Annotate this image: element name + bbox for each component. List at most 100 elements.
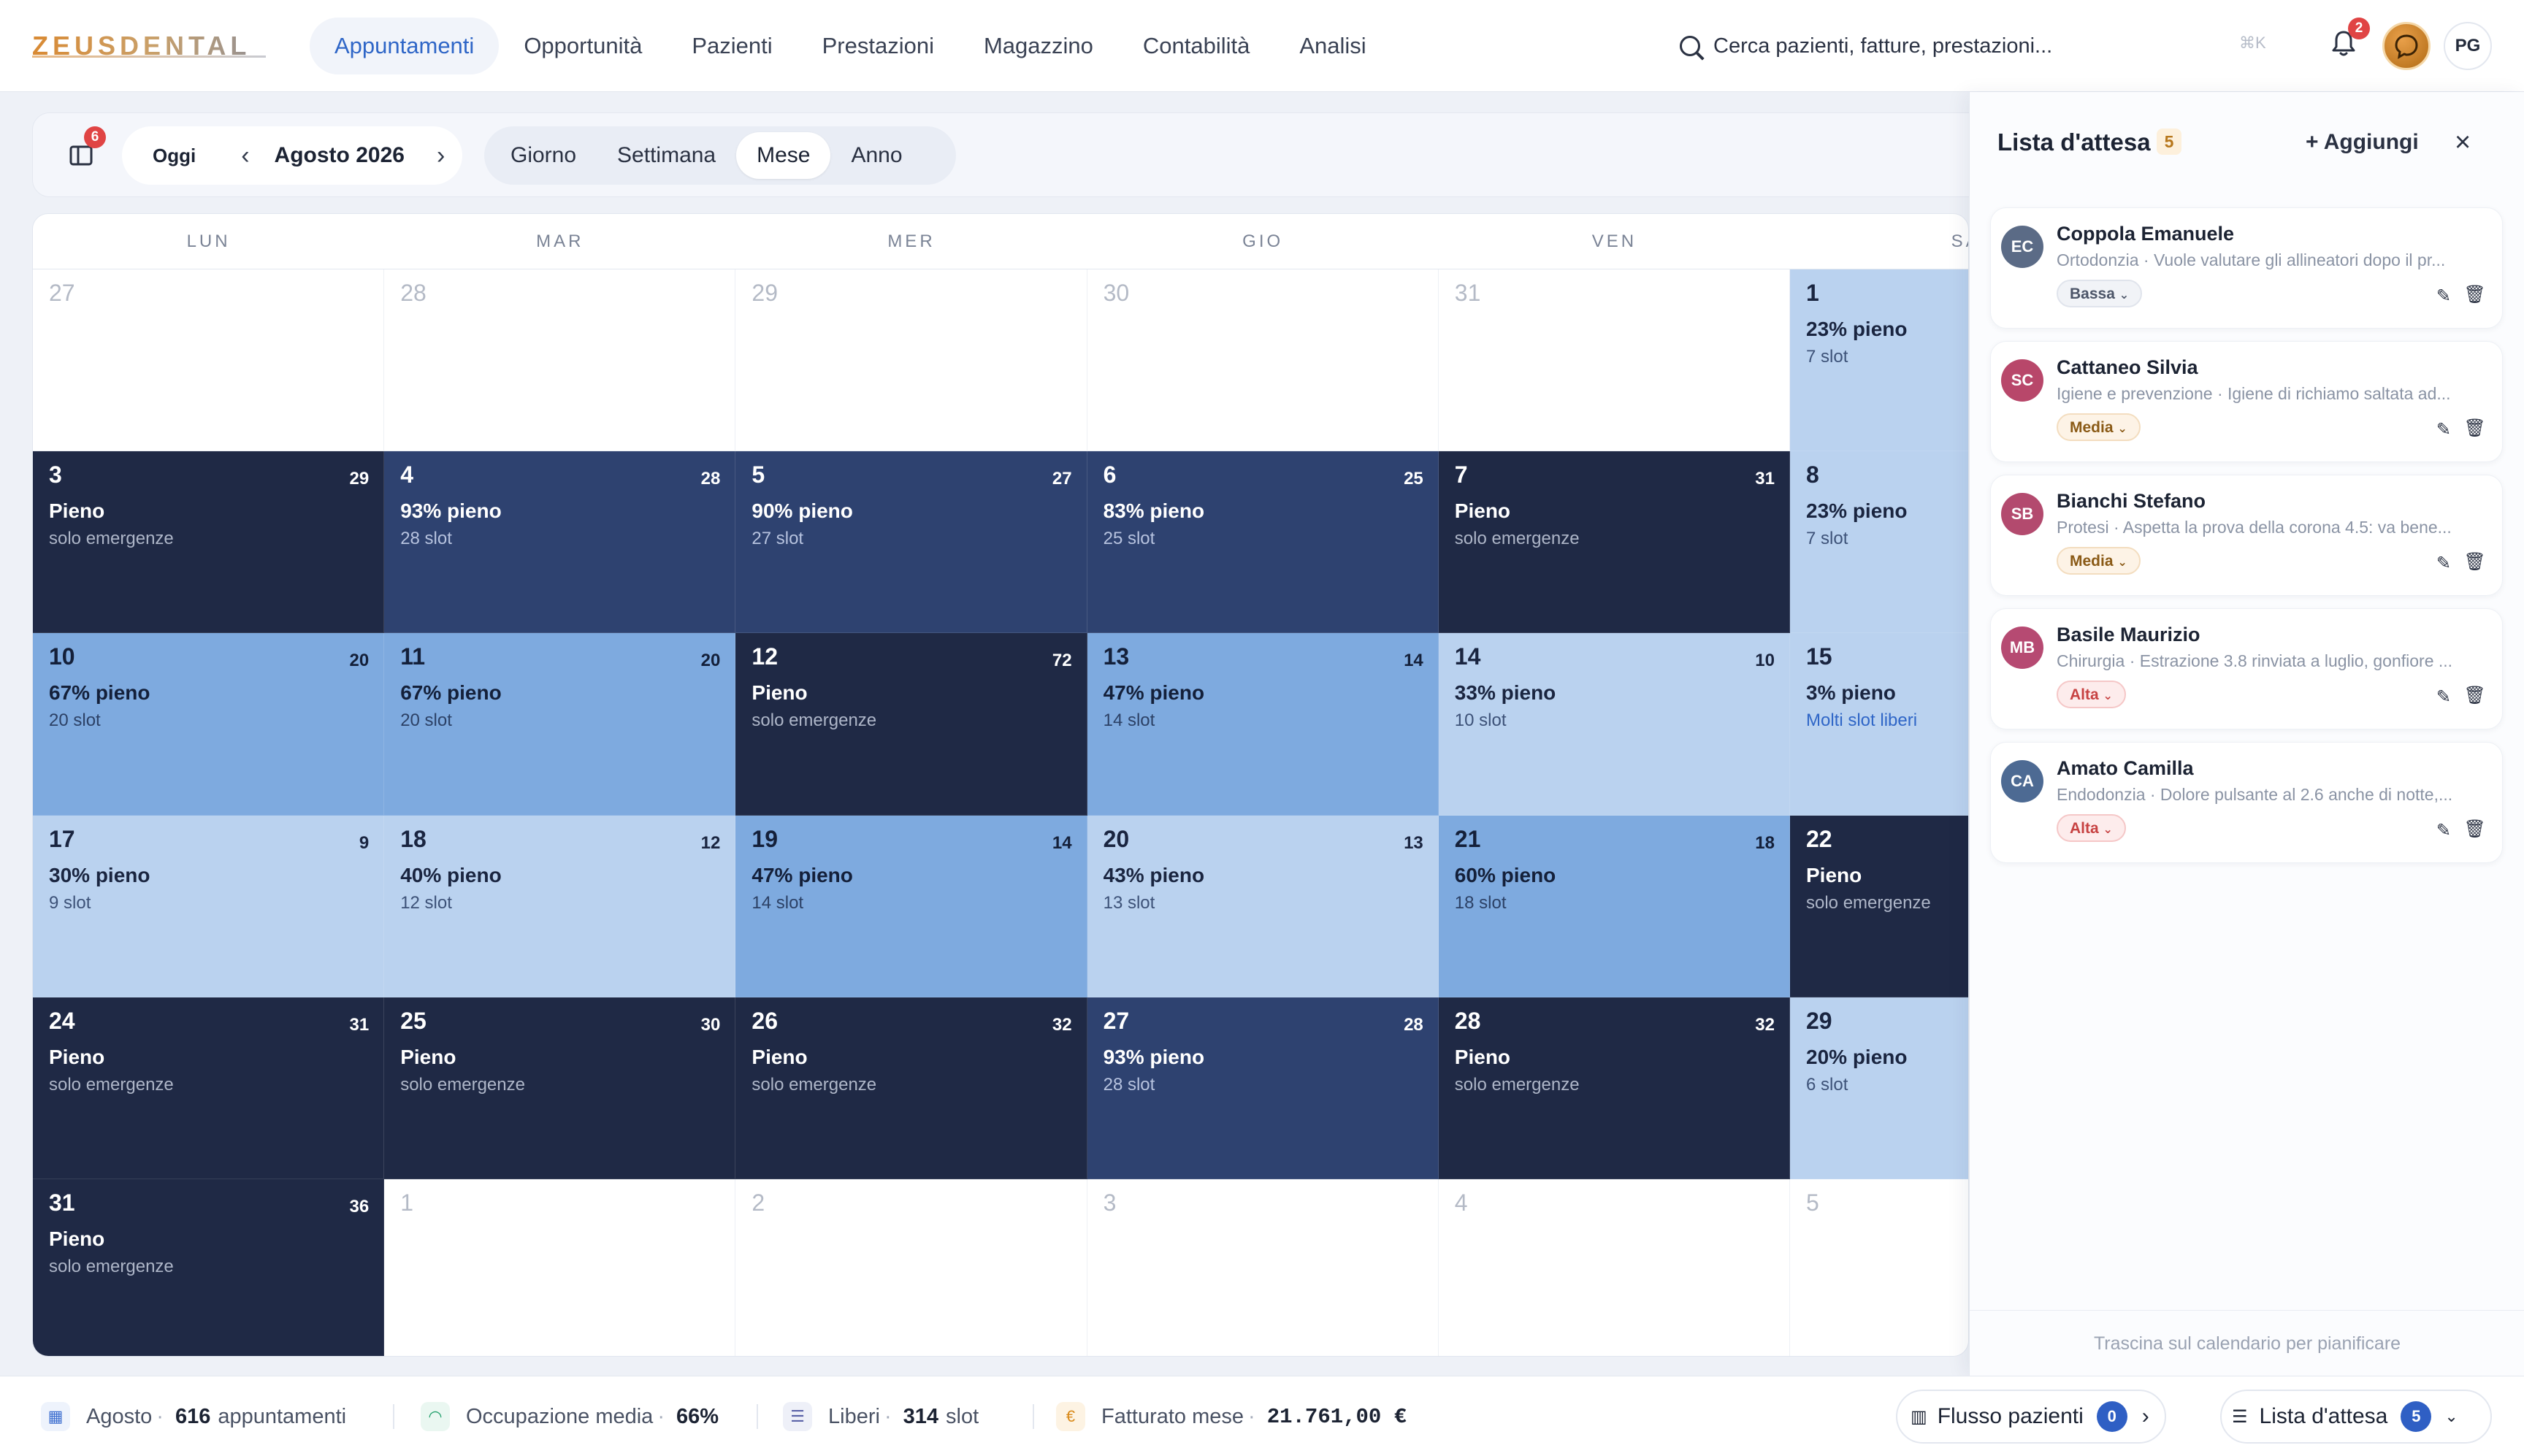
calendar-day-cell[interactable]: 6 25 83% pieno 25 slot [1087,451,1439,634]
calendar-day-cell[interactable]: 28 [384,269,736,452]
nav-analisi[interactable]: Analisi [1274,18,1391,74]
priority-dropdown[interactable]: Media ⌄ [2057,413,2141,441]
revenue-summary: € Fatturato mese · 21.761,00 € [1056,1376,1414,1456]
trash-icon[interactable]: 🗑 [2464,284,2486,305]
calendar-day-cell[interactable]: 3 [1087,1179,1439,1356]
calendar-day-cell[interactable]: 29 20% pieno 6 slot [1790,997,1968,1179]
view-month-button[interactable]: Mese [736,132,831,179]
chevron-right-icon[interactable]: › [437,142,445,170]
calendar-day-cell[interactable]: 30 [1087,269,1439,452]
waitlist-card[interactable]: SC Cattaneo Silvia Igiene e prevenzione · … [1990,341,2503,462]
calendar-day-cell[interactable]: 27 28 93% pieno 28 slot [1087,997,1439,1179]
day-number: 20 [1103,825,1130,852]
pencil-icon[interactable]: ✎ [2436,419,2451,440]
summary-status-bar: ▦ Agosto · 616 appuntamenti ◠ Occupazion… [0,1376,2524,1456]
calendar-day-cell[interactable]: 4 [1438,1179,1790,1356]
divider [757,1404,758,1429]
calendar-day-cell[interactable]: 21 18 60% pieno 18 slot [1438,815,1790,997]
day-number: 15 [1806,643,1832,670]
view-day-button[interactable]: Giorno [490,132,597,179]
patient-flow-button[interactable]: ▥ Flusso pazienti 0 › [1896,1390,2166,1444]
trash-icon[interactable]: 🗑 [2464,685,2486,706]
nav-opportunita[interactable]: Opportunità [499,18,667,74]
appointment-count: 20 [700,651,721,671]
appointment-count: 12 [700,832,721,853]
assistant-avatar[interactable] [2382,22,2431,70]
occupancy-label: Pieno [49,1045,105,1068]
calendar-day-cell[interactable]: 4 28 93% pieno 28 slot [384,451,736,634]
slot-info: solo emergenze [1454,529,1580,549]
nav-appuntamenti[interactable]: Appuntamenti [310,18,500,74]
add-waitlist-button[interactable]: + Aggiungi [2306,130,2419,155]
brand-logo[interactable]: ZEUSDENTAL [32,26,273,66]
chat-bubble-icon [2395,34,2418,59]
calendar-day-cell[interactable]: 31 [1438,269,1790,452]
calendar-day-cell[interactable]: 14 10 33% pieno 10 slot [1438,633,1790,816]
occupancy-label: 40% pieno [400,863,502,886]
calendar-day-cell[interactable]: 5 27 90% pieno 27 slot [735,451,1087,634]
calendar-day-cell[interactable]: 25 30 Pieno solo emergenze [384,997,736,1179]
calendar-day-cell[interactable]: 2 [735,1179,1087,1356]
slot-info: 7 slot [1806,347,1848,367]
priority-dropdown[interactable]: Media ⌄ [2057,547,2141,575]
global-search[interactable]: Cerca pazienti, fatture, prestazioni... [1680,22,2337,70]
close-icon[interactable]: × [2455,127,2471,158]
calendar-day-cell[interactable]: 27 [33,269,385,452]
calendar-day-cell[interactable]: 13 14 47% pieno 14 slot [1087,633,1439,816]
nav-contabilita[interactable]: Contabilità [1118,18,1274,74]
calendar-day-cell[interactable]: 1 23% pieno 7 slot [1790,269,1968,452]
trash-icon[interactable]: 🗑 [2464,418,2486,439]
calendar-day-cell[interactable]: 1 [384,1179,736,1356]
summary-free-label: Liberi [828,1404,880,1428]
trash-icon[interactable]: 🗑 [2464,819,2486,840]
waitlist-card[interactable]: SB Bianchi Stefano Protesi · Aspetta la pr… [1990,475,2503,596]
calendar-day-cell[interactable]: 5 [1790,1179,1968,1356]
top-navigation-bar: ZEUSDENTAL Appuntamenti Opportunità Pazi… [0,0,2524,92]
waitlist-title: Lista d'attesa [1997,129,2151,156]
nav-prestazioni[interactable]: Prestazioni [798,18,959,74]
priority-dropdown[interactable]: Alta ⌄ [2057,681,2126,708]
trash-icon[interactable]: 🗑 [2464,551,2486,572]
pencil-icon[interactable]: ✎ [2436,286,2451,307]
calendar-day-cell[interactable]: 20 13 43% pieno 13 slot [1087,815,1439,997]
occupancy-label: Pieno [1454,1045,1511,1068]
calendar-day-cell[interactable]: 12 72 Pieno solo emergenze [735,633,1087,816]
calendar-day-cell[interactable]: 11 20 67% pieno 20 slot [384,633,736,816]
pencil-icon[interactable]: ✎ [2436,553,2451,574]
day-number: 31 [1454,280,1481,306]
calendar-day-cell[interactable]: 28 32 Pieno solo emergenze [1438,997,1790,1179]
appointment-count: 27 [1052,469,1072,489]
waitlist-card[interactable]: EC Coppola Emanuele Ortodonzia · Vuole val… [1990,207,2503,329]
waitlist-card[interactable]: MB Basile Maurizio Chirurgia · Estrazione … [1990,608,2503,729]
view-year-button[interactable]: Anno [830,132,922,179]
weekday-lun: LUN [186,231,231,251]
pencil-icon[interactable]: ✎ [2436,686,2451,708]
calendar-day-cell[interactable]: 7 31 Pieno solo emergenze [1438,451,1790,634]
calendar-day-cell[interactable]: 31 36 Pieno solo emergenze [33,1179,385,1356]
priority-dropdown[interactable]: Bassa ⌄ [2057,280,2143,307]
calendar-day-cell[interactable]: 8 23% pieno 7 slot [1790,451,1968,634]
calendar-day-cell[interactable]: 29 [735,269,1087,452]
current-month-label[interactable]: Agosto 2026 [275,143,405,168]
today-button[interactable]: Oggi [153,145,196,167]
calendar-day-cell[interactable]: 17 9 30% pieno 9 slot [33,815,385,997]
chevron-left-icon[interactable]: ‹ [241,142,249,170]
nav-pazienti[interactable]: Pazienti [667,18,797,74]
waitlist-toggle-button[interactable]: ☰ Lista d'attesa 5 ⌄ [2220,1390,2492,1444]
calendar-day-cell[interactable]: 3 29 Pieno solo emergenze [33,451,385,634]
calendar-day-cell[interactable]: 24 31 Pieno solo emergenze [33,997,385,1179]
occupancy-label: 23% pieno [1806,499,1908,523]
calendar-day-cell[interactable]: 26 32 Pieno solo emergenze [735,997,1087,1179]
calendar-day-cell[interactable]: 22 Pieno solo emergenze [1790,815,1968,997]
user-avatar[interactable]: PG [2444,22,2492,70]
day-number: 25 [400,1007,427,1034]
waitlist-card[interactable]: CA Amato Camilla Endodonzia · Dolore pulsa… [1990,742,2503,863]
calendar-day-cell[interactable]: 10 20 67% pieno 20 slot [33,633,385,816]
nav-magazzino[interactable]: Magazzino [959,18,1118,74]
calendar-day-cell[interactable]: 19 14 47% pieno 14 slot [735,815,1087,997]
calendar-day-cell[interactable]: 15 3% pieno Molti slot liberi [1790,633,1968,816]
pencil-icon[interactable]: ✎ [2436,820,2451,841]
priority-dropdown[interactable]: Alta ⌄ [2057,814,2126,842]
calendar-day-cell[interactable]: 18 12 40% pieno 12 slot [384,815,736,997]
view-week-button[interactable]: Settimana [597,132,736,179]
